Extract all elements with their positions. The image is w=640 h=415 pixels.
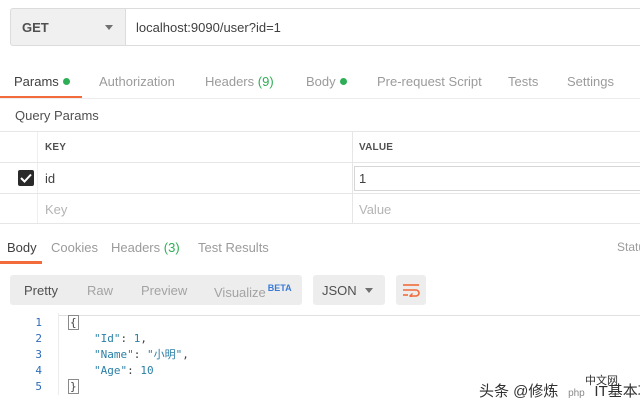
wrap-lines-button[interactable] bbox=[396, 275, 426, 305]
method-select[interactable]: GET bbox=[10, 8, 125, 46]
new-value-input[interactable]: Value bbox=[359, 194, 391, 224]
tab-response-body[interactable]: Body bbox=[7, 240, 37, 255]
tab-body[interactable]: Body bbox=[306, 74, 347, 89]
wrap-lines-icon bbox=[403, 284, 420, 297]
tab-settings[interactable]: Settings bbox=[567, 74, 614, 89]
tab-pre-request-script[interactable]: Pre-request Script bbox=[377, 74, 482, 89]
beta-badge: BETA bbox=[267, 283, 292, 293]
view-visualize-button[interactable]: Visualize BETA bbox=[214, 283, 292, 300]
url-input[interactable]: localhost:9090/user?id=1 bbox=[125, 8, 640, 46]
tab-authorization[interactable]: Authorization bbox=[99, 74, 175, 89]
method-label: GET bbox=[22, 19, 49, 35]
line-number: 2 bbox=[35, 332, 42, 345]
active-tab-indicator bbox=[0, 261, 42, 264]
chevron-down-icon bbox=[105, 24, 113, 30]
code-line: "Name": "小明", bbox=[94, 348, 189, 361]
tab-test-results[interactable]: Test Results bbox=[198, 240, 269, 255]
request-bar: GET localhost:9090/user?id=1 bbox=[10, 8, 640, 46]
params-table: KEY VALUE id 1 Key Value bbox=[0, 131, 640, 224]
view-raw-button[interactable]: Raw bbox=[87, 283, 113, 298]
table-row: Key Value bbox=[0, 193, 640, 224]
table-header-row: KEY VALUE bbox=[0, 131, 640, 162]
tab-tests[interactable]: Tests bbox=[508, 74, 538, 89]
status-dot bbox=[62, 78, 70, 85]
param-enabled-checkbox[interactable] bbox=[18, 170, 34, 186]
format-label: JSON bbox=[322, 282, 357, 298]
query-params-title: Query Params bbox=[15, 108, 99, 123]
code-line: { bbox=[68, 315, 79, 331]
tab-headers[interactable]: Headers (9) bbox=[205, 74, 274, 89]
code-line: "Id": 1, bbox=[94, 332, 147, 345]
new-key-input[interactable]: Key bbox=[45, 194, 67, 224]
line-number: 5 bbox=[35, 380, 42, 393]
chevron-down-icon bbox=[365, 288, 373, 293]
status-dot bbox=[339, 78, 347, 85]
param-value-input[interactable] bbox=[354, 166, 640, 191]
view-preview-button[interactable]: Preview bbox=[141, 283, 187, 298]
status-label: Statu bbox=[617, 240, 640, 254]
line-number: 4 bbox=[35, 364, 42, 377]
url-text: localhost:9090/user?id=1 bbox=[136, 19, 281, 35]
open-brace: { bbox=[68, 315, 79, 330]
param-value: 1 bbox=[359, 170, 367, 186]
table-row: id 1 bbox=[0, 162, 640, 193]
close-brace: } bbox=[68, 379, 79, 394]
line-number: 3 bbox=[35, 348, 42, 361]
checkmark-icon bbox=[20, 173, 32, 183]
php-logo: php bbox=[568, 388, 585, 399]
watermark-suffix: 中文网 bbox=[585, 375, 618, 387]
request-tabs: Params Authorization Headers (9) Body Pr… bbox=[0, 62, 640, 99]
column-header-value: VALUE bbox=[359, 141, 394, 153]
view-mode-group: Pretty Raw Preview Visualize BETA bbox=[10, 275, 302, 305]
param-key[interactable]: id bbox=[45, 163, 55, 193]
code-line: } bbox=[68, 379, 79, 395]
line-number: 1 bbox=[35, 316, 42, 329]
tab-response-headers[interactable]: Headers (3) bbox=[111, 240, 180, 255]
divider bbox=[0, 98, 640, 99]
code-line: "Age": 10 bbox=[94, 364, 154, 377]
response-tabs: Body Cookies Headers (3) Test Results St… bbox=[0, 233, 640, 265]
view-pretty-button[interactable]: Pretty bbox=[24, 283, 58, 298]
format-select[interactable]: JSON bbox=[313, 275, 385, 305]
tab-cookies[interactable]: Cookies bbox=[51, 240, 98, 255]
tab-params[interactable]: Params bbox=[14, 74, 70, 89]
column-header-key: KEY bbox=[45, 141, 67, 153]
